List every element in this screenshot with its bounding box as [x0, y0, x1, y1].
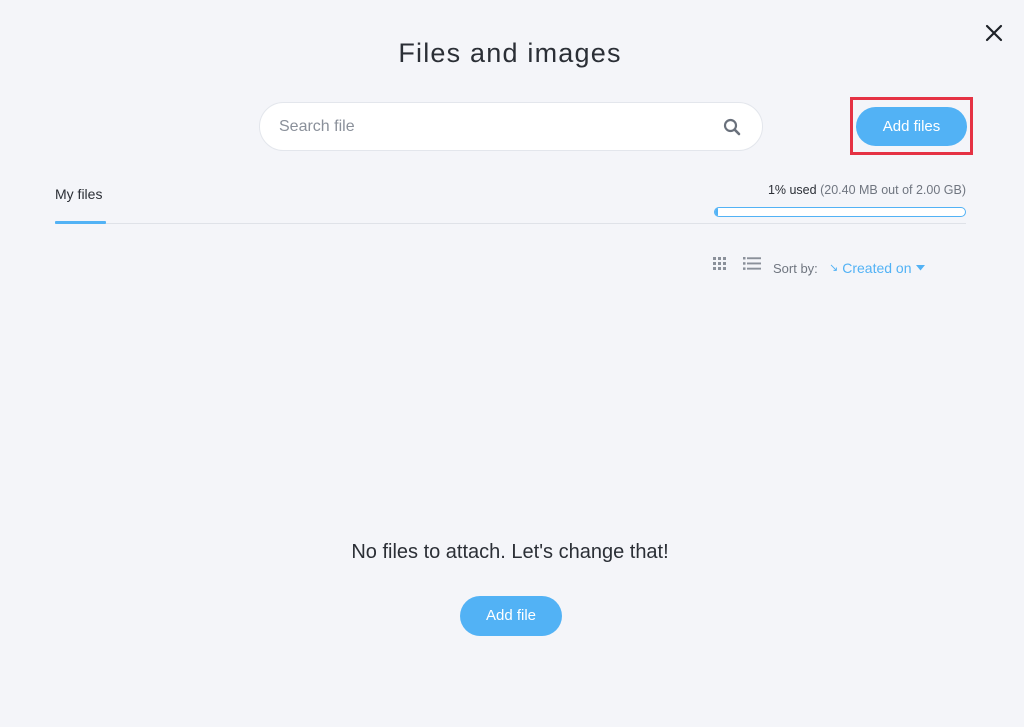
search-box — [259, 102, 763, 151]
sort-dropdown[interactable]: ↘ Created on — [829, 259, 925, 277]
grid-view-icon — [713, 257, 726, 270]
list-view-icon — [743, 257, 761, 270]
add-files-button[interactable]: Add files — [856, 107, 967, 146]
search-input[interactable] — [279, 103, 709, 150]
active-tab-indicator — [55, 221, 106, 224]
storage-used-label: 1% used — [767, 183, 817, 197]
empty-state-message: No files to attach. Let's change that! — [351, 541, 669, 563]
caret-down-icon — [915, 265, 925, 271]
modal-title: Files and images — [398, 38, 622, 68]
tabs-divider — [55, 223, 966, 224]
storage-progress-fill — [715, 208, 718, 216]
tab-my-files[interactable]: My files — [55, 186, 102, 202]
files-and-images-modal: Files and images Add files My files 1% u… — [0, 0, 1024, 727]
search-button[interactable] — [723, 118, 741, 136]
list-view-button[interactable] — [743, 257, 761, 270]
storage-usage-text: 1% used (20.40 MB out of 2.00 GB) — [714, 183, 966, 197]
sort-by-label: Sort by: — [773, 261, 818, 276]
storage-detail-label: (20.40 MB out of 2.00 GB) — [820, 183, 966, 197]
storage-progress-bar — [714, 207, 966, 217]
add-file-button[interactable]: Add file — [460, 596, 562, 636]
search-icon — [723, 118, 741, 136]
sort-descending-icon: ↘ — [829, 262, 839, 274]
grid-view-button[interactable] — [713, 257, 726, 270]
sort-value: Created on — [842, 260, 912, 276]
